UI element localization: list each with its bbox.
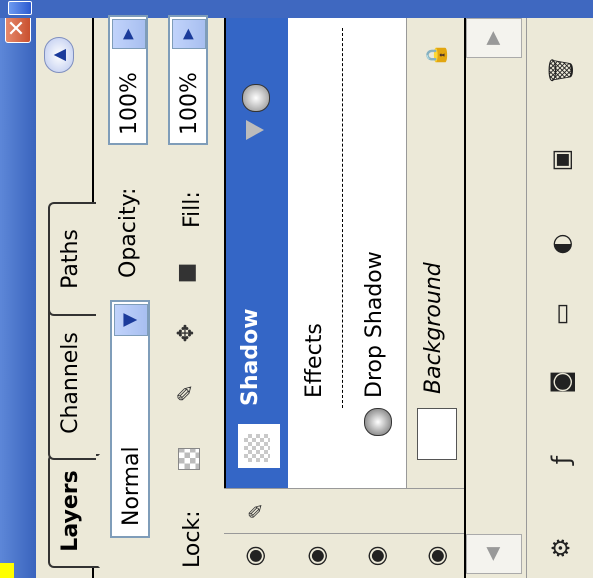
effects-badge-icon: [242, 84, 270, 112]
opacity-label: Opacity:: [116, 187, 141, 278]
fill-value: 100%: [177, 72, 202, 135]
lock-brush-icon[interactable]: ✎: [172, 378, 202, 408]
tab-strip: Layers Channels Paths: [36, 18, 100, 578]
eye-icon[interactable]: ◉: [362, 542, 390, 570]
panel-edge: [0, 0, 593, 18]
lock-all-icon[interactable]: ■: [172, 258, 202, 288]
add-style-icon[interactable]: ƒ: [543, 442, 579, 478]
new-layer-icon[interactable]: ▣: [543, 142, 579, 178]
layer-thumbnail: [417, 408, 457, 460]
effects-row[interactable]: Effects: [290, 18, 346, 488]
panel-menu-button[interactable]: ▲: [44, 37, 74, 73]
blend-mode-value: Normal: [119, 446, 144, 526]
chevron-down-icon[interactable]: ▼: [114, 304, 148, 336]
eye-icon[interactable]: ◉: [240, 542, 268, 570]
layer-name: Shadow: [238, 308, 263, 406]
horizontal-scrollbar[interactable]: ◀ ▶: [464, 18, 524, 578]
lock-move-icon[interactable]: ✥: [172, 318, 202, 348]
lock-icon: 🔒: [424, 42, 448, 68]
panel-titlebar: [0, 0, 36, 578]
effect-row-drop-shadow[interactable]: Drop Shadow: [346, 18, 406, 488]
mask-icon[interactable]: ◙: [543, 364, 579, 400]
bottom-toolbar: ⚙ ƒ ◙ ▭ ◐ ▣ 🗑: [526, 18, 593, 578]
adjustment-layer-icon[interactable]: ◐: [543, 226, 579, 262]
link-column: ✎: [224, 488, 464, 533]
layer-name: Background: [421, 262, 446, 394]
link-layers-icon[interactable]: ⚙: [543, 530, 579, 566]
tab-layers-label: Layers: [58, 470, 83, 552]
divider: [342, 28, 343, 408]
opacity-spin-button[interactable]: ▶: [112, 19, 146, 49]
new-set-icon[interactable]: ▭: [543, 296, 579, 332]
visibility-column: ◉ ◉ ◉ ◉: [224, 533, 464, 578]
eye-icon[interactable]: ◉: [302, 542, 330, 570]
corner-marker: [0, 563, 14, 578]
fill-field[interactable]: 100% ▶: [168, 15, 208, 145]
delete-layer-icon[interactable]: 🗑: [543, 52, 579, 88]
effect-icon: [364, 408, 392, 436]
scroll-left-button[interactable]: ◀: [466, 534, 522, 574]
tab-channels-label: Channels: [58, 332, 83, 434]
tab-paths-label: Paths: [58, 229, 83, 289]
opacity-field[interactable]: 100% ▶: [108, 15, 148, 145]
lock-label: Lock:: [180, 510, 205, 568]
eye-icon[interactable]: ◉: [422, 542, 450, 570]
layer-thumbnail: [238, 424, 280, 468]
layer-row-background[interactable]: Background 🔒: [406, 18, 464, 488]
tab-paths[interactable]: Paths: [48, 202, 96, 316]
panel-edge-button[interactable]: [8, 1, 32, 15]
expand-effects-icon[interactable]: [246, 120, 264, 140]
effects-label: Effects: [302, 323, 327, 398]
blend-mode-select[interactable]: Normal ▼: [110, 300, 150, 538]
effect-label: Drop Shadow: [362, 251, 387, 398]
scroll-right-button[interactable]: ▶: [466, 18, 522, 58]
opacity-value: 100%: [117, 72, 142, 135]
tab-layers[interactable]: Layers: [48, 454, 100, 568]
lock-transparency-icon[interactable]: [178, 448, 200, 470]
layer-row-shadow[interactable]: Shadow: [226, 18, 288, 488]
brush-icon: ✎: [244, 502, 268, 520]
tab-channels[interactable]: Channels: [48, 306, 96, 460]
fill-spin-button[interactable]: ▶: [172, 19, 206, 49]
fill-label: Fill:: [180, 191, 205, 228]
